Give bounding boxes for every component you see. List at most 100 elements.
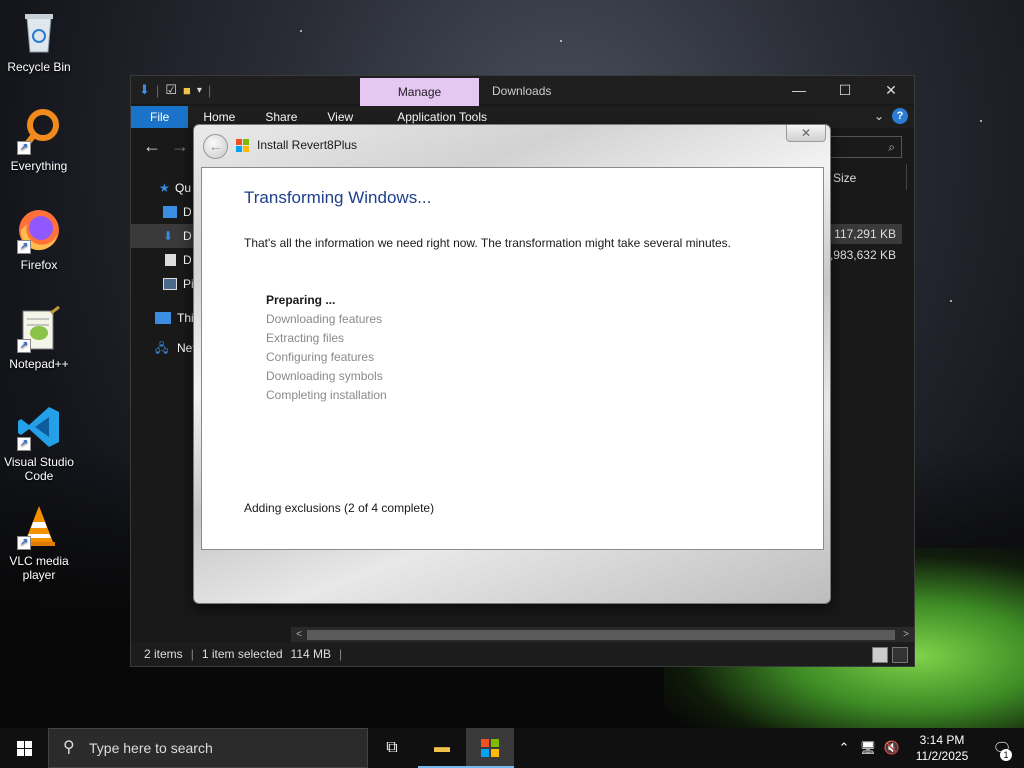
this-pc-icon: [155, 312, 171, 324]
explorer-title: Downloads: [492, 84, 552, 98]
shortcut-arrow-icon: ↗: [17, 536, 31, 550]
desktop-icon-label: Everything: [10, 159, 68, 173]
downloads-folder-icon: ⬇: [163, 229, 174, 243]
star: [950, 300, 952, 302]
desktop-icon-vscode[interactable]: ↗ Visual Studio Code: [0, 403, 78, 483]
quick-access-icon: ★: [159, 181, 170, 195]
clock[interactable]: 3:14 PM 11/2/2025: [904, 732, 980, 764]
documents-folder-icon: [165, 254, 176, 266]
desktop-icon-label: Firefox: [20, 258, 58, 272]
network-icon: 🖧: [155, 341, 169, 355]
desktop-icon-label: Notepad++: [9, 357, 69, 371]
scrollbar-thumb[interactable]: [307, 630, 895, 640]
desktop-icon-recycle-bin[interactable]: Recycle Bin: [0, 8, 78, 74]
windows-flag-icon: [236, 139, 250, 153]
page-title: Transforming Windows...: [244, 188, 432, 207]
view-toggle: [872, 647, 908, 663]
taskbar: ⚲ Type here to search ⧉ ▬ ⌃ 🖥 🔇 3:14 PM …: [0, 728, 1024, 768]
status-bar: 2 items | 1 item selected 114 MB |: [131, 642, 914, 666]
window-controls: — ☐ ✕: [776, 76, 914, 104]
customize-toolbar-icon[interactable]: ▾: [197, 85, 202, 96]
status-selected-size: 114 MB: [290, 647, 331, 661]
maximize-icon[interactable]: ☐: [822, 76, 868, 104]
pictures-folder-icon: [163, 278, 177, 290]
status-selected: 1 item selected: [201, 647, 283, 661]
step-downloading-features: Downloading features: [266, 312, 383, 326]
desktop-icon-everything[interactable]: ↗ Everything: [0, 107, 78, 173]
search-placeholder: Type here to search: [89, 740, 213, 756]
task-view-icon[interactable]: ⧉: [368, 728, 416, 768]
clock-time: 3:14 PM: [919, 733, 965, 747]
network-icon[interactable]: 🖥: [856, 740, 880, 756]
notification-count: 1: [1000, 749, 1012, 761]
volume-muted-icon[interactable]: 🔇: [880, 740, 904, 756]
desktop-icon-label: Recycle Bin: [7, 60, 71, 74]
download-arrow-icon[interactable]: ⬇: [139, 82, 150, 98]
vlc-icon: ↗: [15, 502, 63, 550]
notification-icon[interactable]: 🗨 1: [980, 739, 1024, 761]
vscode-icon: ↗: [15, 403, 63, 451]
shortcut-arrow-icon: ↗: [17, 437, 31, 451]
explorer-titlebar: ⬇ | ☑ ■ ▾ | Manage Downloads — ☐ ✕: [131, 76, 914, 106]
step-completing-installation: Completing installation: [266, 388, 387, 402]
start-button[interactable]: [0, 728, 48, 768]
installer-taskbar-icon[interactable]: [466, 728, 514, 768]
installer-dialog: ✕ ← Install Revert8Plus Transforming Win…: [193, 124, 831, 604]
desktop-icon-notepad-plus-plus[interactable]: ↗ Notepad++: [0, 305, 78, 371]
everything-search-icon: ↗: [15, 107, 63, 155]
windows-logo-icon: [17, 741, 24, 748]
step-extracting-files: Extracting files: [266, 331, 345, 345]
step-preparing: Preparing ...: [266, 293, 336, 307]
status-item-count: 2 items: [144, 647, 183, 661]
search-icon[interactable]: ⌕: [830, 136, 902, 158]
column-header-size[interactable]: Size: [833, 171, 856, 185]
new-folder-icon[interactable]: ■: [183, 83, 191, 98]
minimize-icon[interactable]: —: [776, 76, 822, 104]
scroll-right-icon[interactable]: >: [898, 627, 914, 643]
status-text: Adding exclusions (2 of 4 complete): [244, 501, 435, 515]
shortcut-arrow-icon: ↗: [17, 240, 31, 254]
desktop-folder-icon: [163, 206, 177, 218]
help-icon[interactable]: ?: [892, 108, 908, 124]
notepad-plus-plus-icon: ↗: [15, 305, 63, 353]
star: [300, 30, 302, 32]
step-downloading-symbols: Downloading symbols: [266, 369, 383, 383]
back-arrow-icon[interactable]: ←: [143, 136, 161, 157]
recycle-bin-icon: [15, 8, 63, 56]
file-explorer-taskbar-icon[interactable]: ▬: [418, 728, 466, 768]
forward-arrow-icon[interactable]: →: [171, 136, 189, 157]
details-view-icon[interactable]: [872, 647, 888, 663]
intro-text: That's all the information we need right…: [244, 236, 731, 250]
horizontal-scrollbar[interactable]: < >: [291, 627, 914, 643]
installer-content-panel: Transforming Windows... That's all the i…: [201, 167, 824, 550]
shortcut-arrow-icon: ↗: [17, 141, 31, 155]
system-tray: ⌃ 🖥 🔇 3:14 PM 11/2/2025 🗨 1: [832, 728, 1024, 768]
step-configuring-features: Configuring features: [266, 350, 375, 364]
chevron-up-icon[interactable]: ⌃: [832, 740, 856, 756]
desktop-icon-vlc[interactable]: ↗ VLC media player: [0, 502, 78, 582]
installer-title: Install Revert8Plus: [257, 138, 358, 152]
close-icon[interactable]: ✕: [786, 125, 826, 142]
progress-steps: Preparing ... Downloading features Extra…: [266, 291, 387, 405]
close-icon[interactable]: ✕: [868, 76, 914, 104]
tab-manage[interactable]: Manage: [360, 78, 479, 106]
taskbar-search-input[interactable]: ⚲ Type here to search: [48, 728, 368, 768]
column-divider[interactable]: [906, 164, 907, 190]
firefox-icon: ↗: [15, 206, 63, 254]
ribbon-right-controls: ⌄ ?: [874, 108, 908, 124]
quick-access-toolbar: ⬇ | ☑ ■ ▾ |: [139, 82, 212, 98]
scroll-left-icon[interactable]: <: [291, 627, 307, 643]
desktop-icon-firefox[interactable]: ↗ Firefox: [0, 206, 78, 272]
desktop-icon-label: VLC media player: [9, 554, 69, 582]
clock-date: 11/2/2025: [915, 749, 969, 763]
properties-icon[interactable]: ☑: [165, 82, 177, 98]
search-icon: ⚲: [63, 739, 75, 756]
back-arrow-icon[interactable]: ←: [203, 134, 228, 159]
large-icons-view-icon[interactable]: [892, 647, 908, 663]
shortcut-arrow-icon: ↗: [17, 339, 31, 353]
star: [560, 40, 562, 42]
star: [980, 120, 982, 122]
desktop-icon-label: Visual Studio Code: [4, 455, 74, 483]
tab-file[interactable]: File: [131, 106, 189, 128]
chevron-down-icon[interactable]: ⌄: [874, 109, 884, 123]
